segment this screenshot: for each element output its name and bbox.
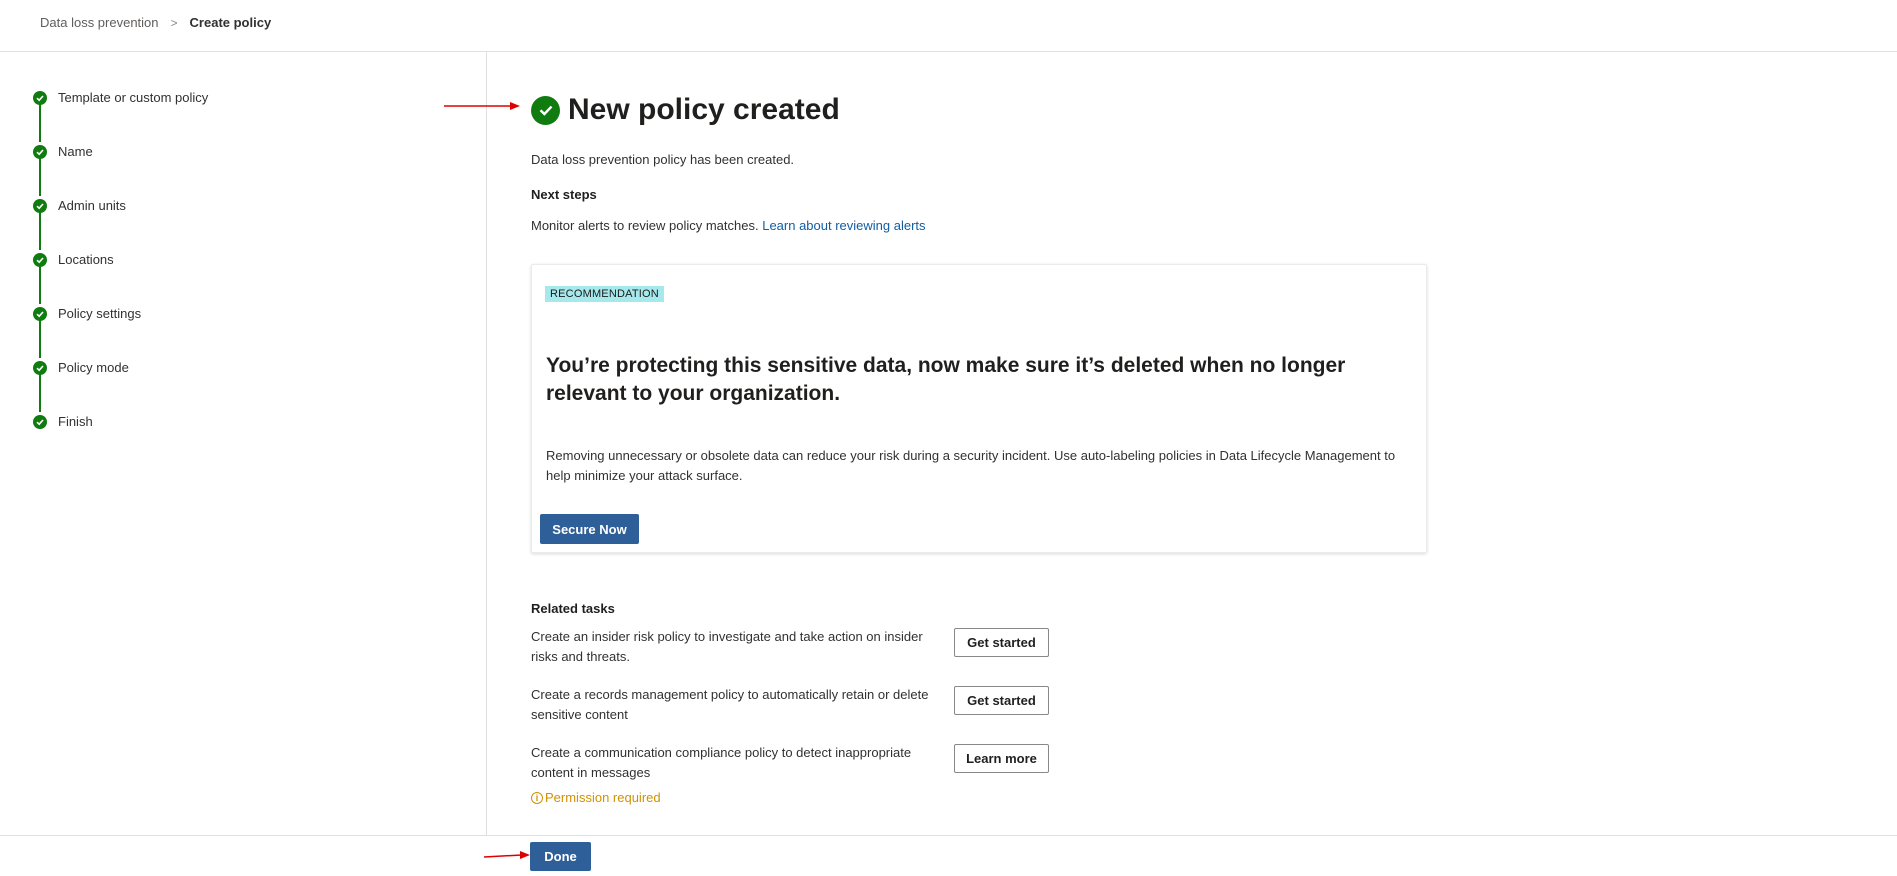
get-started-insider-risk-button[interactable]: Get started	[954, 628, 1049, 657]
recommendation-badge: RECOMMENDATION	[545, 286, 664, 302]
step-connector	[39, 374, 41, 412]
check-circle-icon	[33, 252, 47, 267]
step-policy-settings[interactable]: Policy settings	[33, 306, 141, 321]
check-circle-icon	[33, 90, 47, 105]
step-finish[interactable]: Finish	[33, 414, 93, 429]
check-circle-icon	[33, 414, 47, 429]
related-task-communication: Create a communication compliance policy…	[531, 745, 912, 780]
permission-required-notice: i Permission required	[531, 790, 661, 805]
footer: Done	[0, 835, 1897, 876]
step-connector	[39, 320, 41, 358]
related-task-records: Create a records management policy to au…	[531, 687, 929, 722]
breadcrumb-current: Create policy	[189, 15, 272, 30]
step-connector	[39, 212, 41, 250]
related-tasks-heading: Related tasks	[531, 601, 615, 616]
related-task-insider-risk: Create an insider risk policy to investi…	[531, 629, 923, 664]
created-message: Data loss prevention policy has been cre…	[531, 152, 795, 167]
secure-now-button[interactable]: Secure Now	[540, 514, 639, 544]
step-template[interactable]: Template or custom policy	[33, 90, 208, 105]
permission-text: Permission required	[545, 790, 661, 805]
recommendation-heading: You’re protecting this sensitive data, n…	[546, 354, 1346, 405]
step-label: Policy settings	[58, 306, 142, 321]
breadcrumb: Data loss prevention > Create policy	[40, 15, 271, 30]
step-name[interactable]: Name	[33, 144, 93, 159]
header: Data loss prevention > Create policy	[0, 0, 1897, 52]
step-connector	[39, 104, 41, 142]
step-admin-units[interactable]: Admin units	[33, 198, 126, 213]
learn-reviewing-alerts-link[interactable]: Learn about reviewing alerts	[762, 218, 925, 233]
annotation-arrow-icon	[444, 102, 520, 110]
get-started-records-button[interactable]: Get started	[954, 686, 1049, 715]
step-label: Locations	[58, 252, 114, 267]
next-steps-heading: Next steps	[531, 187, 597, 202]
monitor-paragraph: Monitor alerts to review policy matches.…	[531, 218, 926, 233]
step-label: Name	[58, 144, 93, 159]
recommendation-card: RECOMMENDATION You’re protecting this se…	[531, 264, 1427, 553]
title-row: New policy created	[531, 93, 840, 127]
step-locations[interactable]: Locations	[33, 252, 114, 267]
check-circle-icon	[531, 95, 560, 125]
step-label: Admin units	[58, 198, 126, 213]
page-title: New policy created	[568, 93, 840, 126]
check-circle-icon	[33, 306, 47, 321]
step-label: Finish	[58, 414, 93, 429]
step-policy-mode[interactable]: Policy mode	[33, 360, 129, 375]
step-connector	[39, 266, 41, 304]
recommendation-body: Removing unnecessary or obsolete data ca…	[546, 448, 1396, 483]
chevron-right-icon: >	[170, 15, 178, 30]
breadcrumb-parent[interactable]: Data loss prevention	[40, 15, 159, 30]
step-label: Template or custom policy	[58, 90, 209, 105]
step-connector	[39, 158, 41, 196]
check-circle-icon	[33, 144, 47, 159]
check-circle-icon	[33, 360, 47, 375]
done-button[interactable]: Done	[530, 842, 591, 871]
wizard-stepper: Template or custom policy Name Admin uni…	[0, 52, 487, 835]
check-circle-icon	[33, 198, 47, 213]
monitor-text: Monitor alerts to review policy matches.	[531, 218, 759, 233]
learn-more-communication-button[interactable]: Learn more	[954, 744, 1049, 773]
step-label: Policy mode	[58, 360, 129, 375]
info-icon: i	[531, 791, 543, 804]
